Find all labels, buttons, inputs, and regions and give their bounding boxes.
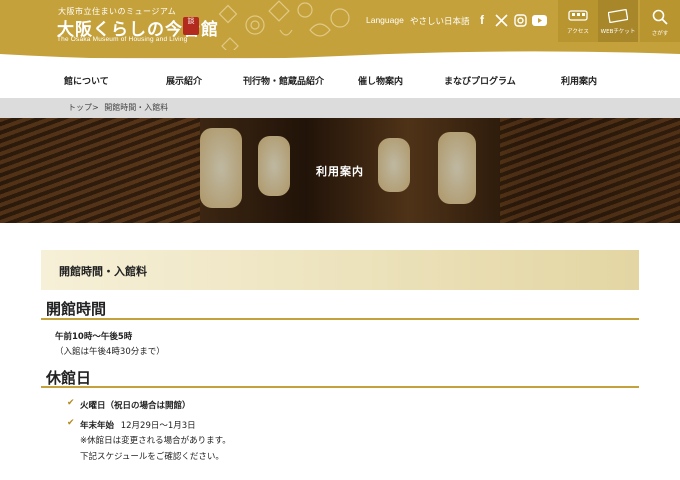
- search-label: さがす: [651, 31, 669, 37]
- breadcrumb-home[interactable]: トップ: [68, 103, 92, 112]
- closed-note-1: ※休館日は変更される場合があります。: [80, 436, 231, 446]
- main-nav: 館について 展示紹介 刊行物・館蔵品紹介 催し物案内 まなびプログラム 利用案内: [0, 62, 680, 98]
- access-button[interactable]: アクセス: [558, 0, 598, 42]
- closed-item-newyear-label: 年末年始: [80, 421, 115, 431]
- closed-item-newyear: 年末年始 12月29日〜1月3日: [80, 419, 196, 431]
- search-icon: [652, 9, 668, 25]
- main-content: 開館時間・入館料 開館時間 午前10時〜午後5時 （入館は午後4時30分まで） …: [0, 223, 680, 480]
- hero-banner: 利用案内: [0, 118, 680, 223]
- access-label: アクセス: [567, 29, 589, 35]
- closed-rule: [41, 386, 639, 388]
- check-icon: ✔: [67, 398, 75, 408]
- check-icon: ✔: [67, 418, 75, 428]
- hero-title: 利用案内: [316, 165, 364, 178]
- easy-japanese-link[interactable]: やさしい日本語: [410, 15, 470, 27]
- nav-item-programs[interactable]: まなびプログラム: [444, 74, 516, 87]
- logo-english-name: The Osaka Museum of Housing and Living: [57, 36, 188, 43]
- train-icon: [568, 10, 588, 21]
- closed-item-newyear-detail: 12月29日〜1月3日: [120, 421, 196, 431]
- ticket-icon: [608, 9, 628, 23]
- nav-item-guide[interactable]: 利用案内: [561, 74, 597, 87]
- decorative-pattern: [218, 0, 350, 50]
- web-ticket-label: WEBチケット: [600, 29, 636, 35]
- youtube-icon[interactable]: [531, 12, 547, 28]
- breadcrumb-current: 開館時間・入館料: [104, 103, 169, 112]
- closed-item-tuesday: 火曜日（祝日の場合は開館）: [80, 401, 191, 411]
- breadcrumb-separator: >: [92, 103, 99, 112]
- nav-item-about[interactable]: 館について: [64, 74, 109, 87]
- logo-stamp: 談: [183, 17, 199, 35]
- nav-item-events[interactable]: 催し物案内: [358, 74, 403, 87]
- x-icon[interactable]: [493, 12, 509, 28]
- nav-item-publications[interactable]: 刊行物・館蔵品紹介: [243, 74, 324, 87]
- closed-title: 休館日: [46, 369, 92, 387]
- hours-note: （入館は午後4時30分まで）: [55, 347, 165, 357]
- language-link[interactable]: Language: [366, 15, 404, 25]
- instagram-icon[interactable]: [512, 12, 528, 28]
- page-heading-bar: 開館時間・入館料: [41, 250, 639, 290]
- search-button[interactable]: さがす: [640, 0, 680, 42]
- hours-title: 開館時間: [46, 300, 107, 318]
- facebook-icon[interactable]: f: [474, 12, 490, 28]
- closed-note-2: 下記スケジュールをご確認ください。: [80, 452, 224, 462]
- hours-rule: [41, 318, 639, 320]
- breadcrumb: トップ> 開館時間・入館料: [0, 98, 680, 118]
- hours-time: 午前10時〜午後5時: [55, 332, 133, 342]
- web-ticket-button[interactable]: WEBチケット: [598, 0, 638, 42]
- nav-item-exhibits[interactable]: 展示紹介: [166, 74, 202, 87]
- page-heading: 開館時間・入館料: [59, 265, 147, 278]
